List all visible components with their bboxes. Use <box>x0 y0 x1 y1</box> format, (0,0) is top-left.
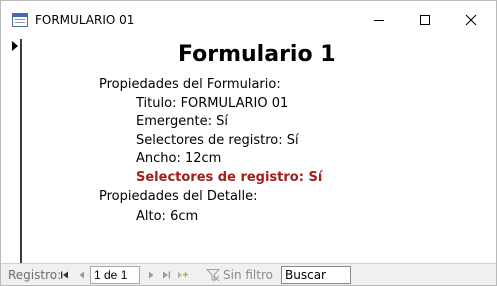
title-bar[interactable]: FORMULARIO 01 <box>1 1 496 39</box>
property-record-selectors-highlight: Selectores de registro: Sí <box>136 170 323 185</box>
current-record-arrow-icon <box>12 41 18 51</box>
form-title: Formulario 1 <box>178 42 336 67</box>
minimize-button[interactable] <box>356 1 402 39</box>
window-title: FORMULARIO 01 <box>35 13 135 27</box>
new-record-button[interactable] <box>177 268 189 282</box>
record-selector[interactable] <box>1 39 22 263</box>
search-input[interactable] <box>281 266 351 284</box>
form-properties-heading: Propiedades del Formulario: <box>99 77 281 92</box>
record-label: Registro: <box>8 268 62 282</box>
property-height: Alto: 6cm <box>136 209 199 224</box>
current-record-field[interactable] <box>90 266 140 284</box>
next-record-icon <box>149 271 154 279</box>
filter-icon <box>206 269 220 282</box>
minimize-icon <box>374 20 384 21</box>
last-record-icon <box>163 271 170 279</box>
property-width: Ancho: 12cm <box>136 151 222 166</box>
form-icon <box>12 13 28 27</box>
maximize-button[interactable] <box>402 1 448 39</box>
last-record-button[interactable] <box>160 268 172 282</box>
property-title: Titulo: FORMULARIO 01 <box>136 96 289 111</box>
navigation-bar: Registro: 1 de 1 Sin filtro Buscar <box>1 263 496 285</box>
previous-record-button[interactable] <box>76 268 88 282</box>
property-record-selectors: Selectores de registro: Sí <box>136 133 299 148</box>
new-record-icon <box>178 271 188 279</box>
close-icon <box>465 14 477 26</box>
first-record-button[interactable] <box>59 268 71 282</box>
access-form-window: FORMULARIO 01 Formulario 1 Propiedades d… <box>0 0 497 286</box>
maximize-icon <box>420 15 430 25</box>
first-record-icon <box>61 271 68 279</box>
close-button[interactable] <box>448 1 494 39</box>
property-popup: Emergente: Sí <box>136 114 228 129</box>
previous-record-icon <box>79 271 84 279</box>
filter-status-button[interactable]: Sin filtro <box>223 267 273 283</box>
next-record-button[interactable] <box>145 268 157 282</box>
detail-properties-heading: Propiedades del Detalle: <box>99 189 258 204</box>
